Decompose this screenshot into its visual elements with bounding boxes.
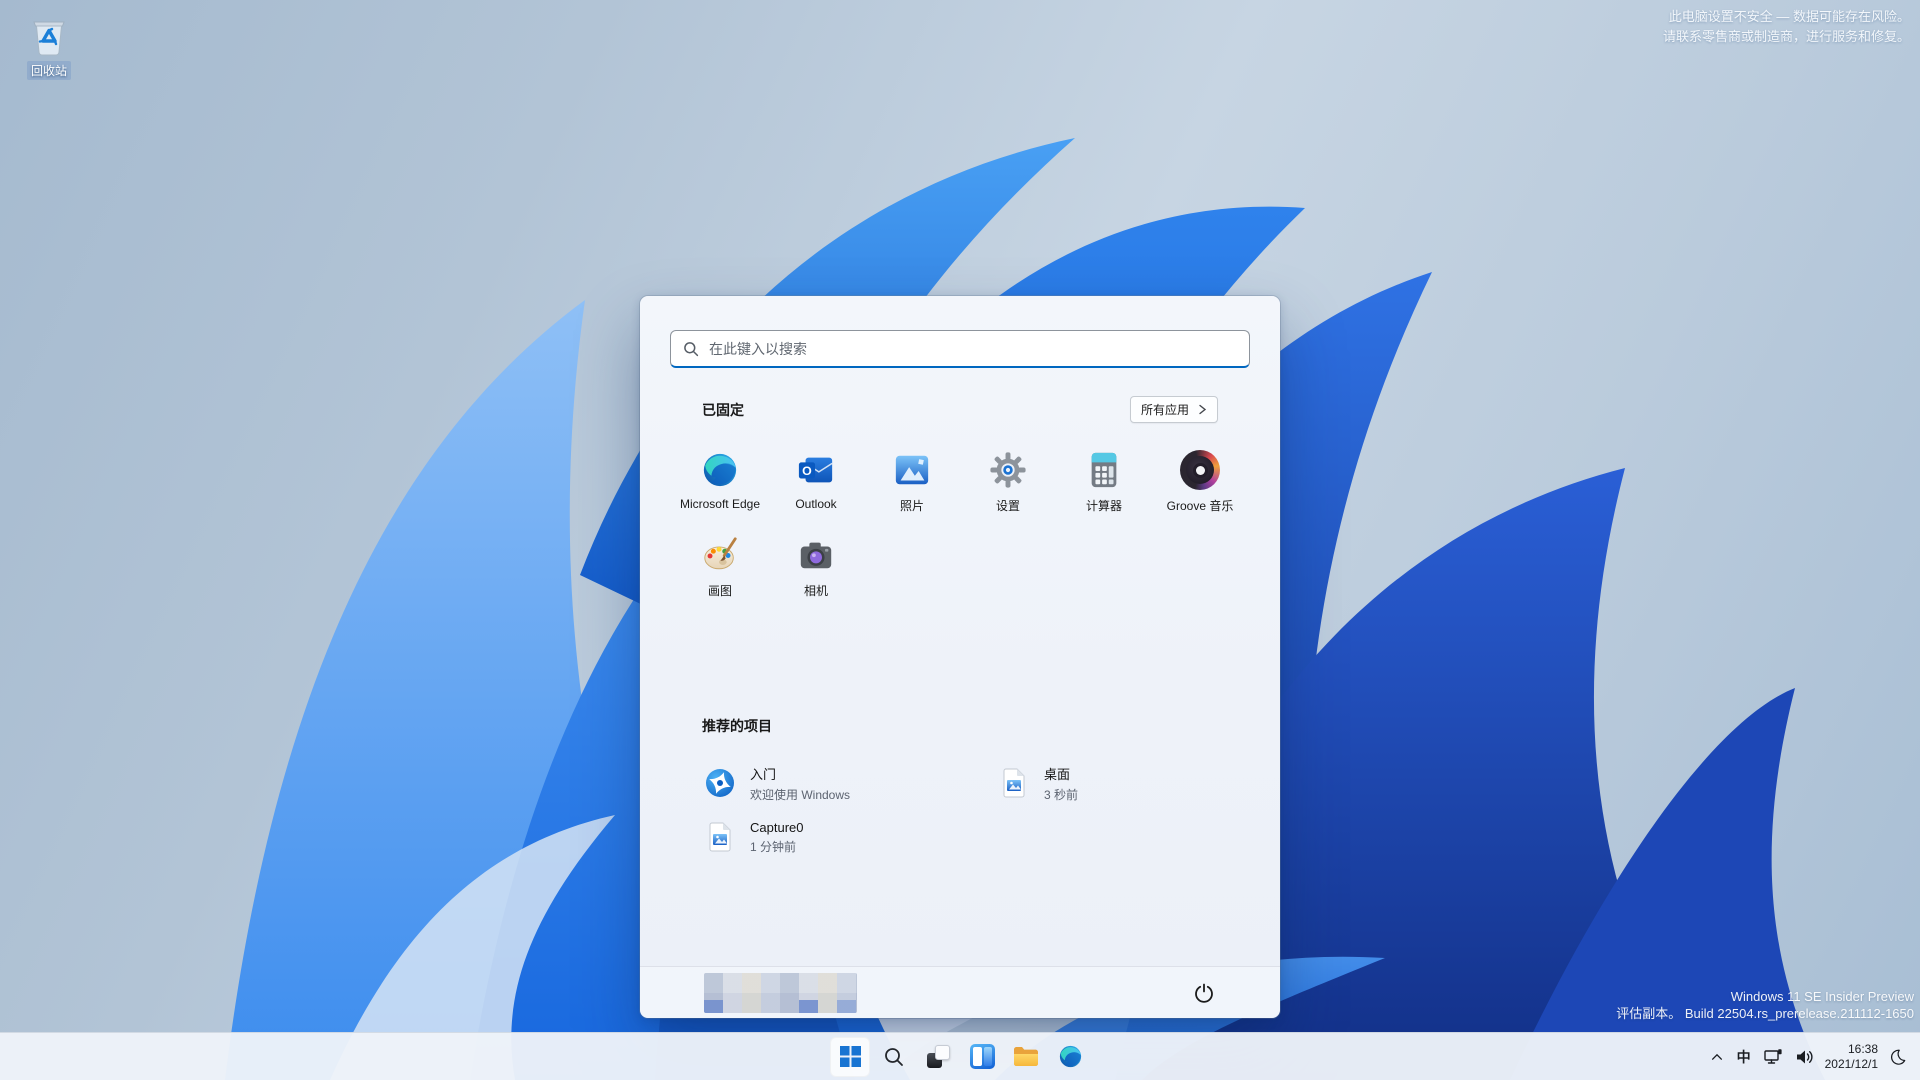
chevron-right-icon bbox=[1199, 404, 1207, 415]
windows-logo-icon bbox=[839, 1046, 861, 1067]
recommended-title: Capture0 bbox=[750, 819, 804, 835]
photos-icon bbox=[892, 450, 932, 490]
app-tile-camera[interactable]: 相机 bbox=[768, 527, 864, 612]
recommended-item-get-started[interactable]: 入门 欢迎使用 Windows bbox=[704, 756, 998, 810]
app-tile-microsoft-edge[interactable]: Microsoft Edge bbox=[672, 442, 768, 527]
all-apps-label: 所有应用 bbox=[1140, 403, 1189, 417]
edge-icon bbox=[1059, 1045, 1081, 1068]
svg-text:O: O bbox=[802, 464, 812, 478]
recommended-grid: 入门 欢迎使用 Windows 桌面 3 秒前 Capture0 1 分钟前 bbox=[704, 756, 1248, 864]
search-placeholder: 在此键入以搜索 bbox=[709, 340, 807, 357]
image-file-icon bbox=[998, 768, 1030, 798]
recommended-subtitle: 欢迎使用 Windows bbox=[750, 787, 851, 802]
app-label: Outlook bbox=[795, 497, 837, 511]
volume-button[interactable] bbox=[1789, 1038, 1819, 1076]
recommended-item-desktop[interactable]: 桌面 3 秒前 bbox=[998, 756, 1248, 810]
all-apps-button[interactable]: 所有应用 bbox=[1129, 396, 1218, 423]
pinned-grid: Microsoft Edge O Outlook 照片 设置 计算器 Groov… bbox=[672, 442, 1248, 612]
search-icon bbox=[885, 1047, 903, 1066]
tray-time: 16:38 bbox=[1847, 1041, 1878, 1056]
groove-music-icon bbox=[1180, 450, 1220, 490]
user-name-redacted bbox=[704, 972, 857, 1013]
get-started-icon bbox=[704, 768, 736, 798]
focus-assist-moon-icon bbox=[1891, 1049, 1906, 1065]
file-explorer-icon bbox=[1014, 1047, 1038, 1066]
file-explorer-button[interactable] bbox=[1006, 1037, 1046, 1077]
app-tile-settings[interactable]: 设置 bbox=[960, 442, 1056, 527]
start-menu: 在此键入以搜索 已固定 所有应用 Microsoft Edge O Outloo… bbox=[640, 296, 1280, 1018]
security-warning: 此电脑设置不安全 — 数据可能存在风险。 请联系零售商或制造商，进行服务和修复。 bbox=[1663, 7, 1910, 47]
recycle-bin-label: 回收站 bbox=[26, 61, 71, 80]
app-label: 照片 bbox=[899, 499, 924, 513]
image-file-icon bbox=[704, 822, 736, 852]
tray-date: 2021/12/1 bbox=[1824, 1056, 1878, 1071]
hidden-icons-button[interactable] bbox=[1704, 1038, 1730, 1076]
recommended-title: 入门 bbox=[750, 766, 777, 782]
task-view-icon bbox=[926, 1044, 951, 1069]
app-tile-paint[interactable]: 画图 bbox=[672, 527, 768, 612]
outlook-icon: O bbox=[796, 450, 836, 490]
widgets-button[interactable] bbox=[962, 1037, 1002, 1077]
taskbar: 中 16:38 2021/12/1 bbox=[0, 1032, 1920, 1080]
app-label: 相机 bbox=[803, 584, 828, 598]
user-account-button[interactable] bbox=[704, 972, 857, 1013]
recycle-bin[interactable]: 回收站 bbox=[10, 12, 88, 80]
app-label: 设置 bbox=[995, 499, 1020, 513]
start-button[interactable] bbox=[830, 1036, 870, 1077]
system-tray: 中 16:38 2021/12/1 bbox=[1704, 1033, 1912, 1080]
ime-indicator[interactable]: 中 bbox=[1731, 1038, 1757, 1076]
edge-taskbar-button[interactable] bbox=[1050, 1037, 1090, 1077]
security-warning-line1: 此电脑设置不安全 — 数据可能存在风险。 bbox=[1668, 9, 1910, 24]
watermark-line1: Windows 11 SE Insider Preview bbox=[1730, 988, 1914, 1004]
pinned-header: 已固定 bbox=[702, 401, 744, 418]
app-tile-outlook[interactable]: O Outlook bbox=[768, 442, 864, 527]
desktop: 回收站 此电脑设置不安全 — 数据可能存在风险。 请联系零售商或制造商，进行服务… bbox=[0, 0, 1920, 1080]
network-icon bbox=[1763, 1048, 1782, 1064]
app-tile-groove-music[interactable]: Groove 音乐 bbox=[1152, 442, 1248, 527]
recycle-bin-icon bbox=[33, 21, 65, 56]
search-icon bbox=[684, 341, 699, 356]
recommended-title: 桌面 bbox=[1044, 766, 1071, 782]
watermark-line2: 评估副本。 Build 22504.rs_prerelease.211112-1… bbox=[1616, 1006, 1914, 1022]
taskbar-search-button[interactable] bbox=[874, 1037, 914, 1077]
edge-icon bbox=[700, 450, 740, 490]
app-label: 画图 bbox=[707, 584, 732, 598]
power-button[interactable] bbox=[1184, 973, 1224, 1013]
app-tile-calculator[interactable]: 计算器 bbox=[1056, 442, 1152, 527]
recommended-subtitle: 1 分钟前 bbox=[750, 839, 797, 854]
app-label: Groove 音乐 bbox=[1166, 499, 1234, 513]
start-menu-footer bbox=[640, 966, 1280, 1018]
settings-gear-icon bbox=[988, 450, 1028, 490]
recommended-item-capture0[interactable]: Capture0 1 分钟前 bbox=[704, 810, 998, 864]
security-warning-line2: 请联系零售商或制造商，进行服务和修复。 bbox=[1662, 29, 1910, 45]
paint-palette-icon bbox=[700, 535, 740, 575]
ime-label: 中 bbox=[1736, 1048, 1751, 1065]
taskbar-center bbox=[830, 1036, 1090, 1077]
volume-icon bbox=[1796, 1050, 1813, 1063]
task-view-button[interactable] bbox=[918, 1037, 958, 1077]
app-tile-photos[interactable]: 照片 bbox=[864, 442, 960, 527]
build-watermark: Windows 11 SE Insider Preview 评估副本。 Buil… bbox=[1616, 988, 1914, 1023]
widgets-icon bbox=[969, 1044, 995, 1069]
network-button[interactable] bbox=[1758, 1038, 1788, 1076]
search-input[interactable]: 在此键入以搜索 bbox=[670, 330, 1250, 368]
app-label: Microsoft Edge bbox=[679, 497, 761, 511]
power-icon bbox=[1195, 983, 1213, 1003]
clock-button[interactable]: 16:38 2021/12/1 bbox=[1820, 1038, 1883, 1076]
recommended-subtitle: 3 秒前 bbox=[1044, 787, 1079, 802]
notification-center-button[interactable] bbox=[1884, 1038, 1912, 1076]
calculator-icon bbox=[1084, 450, 1124, 490]
camera-icon bbox=[796, 535, 836, 575]
app-label: 计算器 bbox=[1085, 499, 1122, 513]
chevron-up-icon bbox=[1711, 1053, 1722, 1060]
recommended-header: 推荐的项目 bbox=[702, 718, 772, 734]
